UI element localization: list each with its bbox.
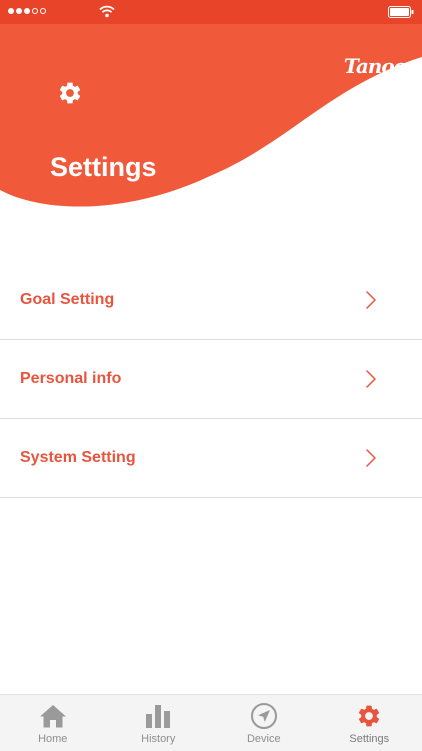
status-bar <box>0 0 422 24</box>
signal-dots-icon <box>8 8 46 14</box>
tab-label: Settings <box>349 733 389 745</box>
chevron-right-icon <box>366 291 376 309</box>
tab-history[interactable]: History <box>106 695 212 751</box>
home-icon <box>39 703 67 729</box>
chevron-right-icon <box>366 370 376 388</box>
tab-label: Device <box>247 733 281 745</box>
menu-item-label: System Setting <box>20 449 136 467</box>
battery-icon <box>388 6 414 18</box>
tab-label: History <box>141 733 175 745</box>
header: Tanoo Settings <box>0 24 422 224</box>
tab-device[interactable]: Device <box>211 695 317 751</box>
settings-menu: Goal Setting Personal info System Settin… <box>0 261 422 498</box>
tab-home[interactable]: Home <box>0 695 106 751</box>
menu-item-personal-info[interactable]: Personal info <box>0 340 422 419</box>
gear-icon[interactable] <box>57 80 83 106</box>
menu-item-label: Personal info <box>20 370 121 388</box>
chevron-right-icon <box>366 449 376 467</box>
app-logo: Tanoo <box>344 54 406 78</box>
wifi-icon <box>99 5 115 18</box>
menu-item-label: Goal Setting <box>20 291 114 309</box>
menu-item-system-setting[interactable]: System Setting <box>0 419 422 498</box>
page-title: Settings <box>50 152 157 183</box>
bar-chart-icon <box>144 703 172 729</box>
menu-item-goal-setting[interactable]: Goal Setting <box>0 261 422 340</box>
tab-bar: Home History Device Settings <box>0 694 422 751</box>
tab-settings[interactable]: Settings <box>317 695 422 751</box>
navigation-icon <box>250 702 278 730</box>
gear-icon <box>356 703 382 729</box>
tab-label: Home <box>38 733 67 745</box>
